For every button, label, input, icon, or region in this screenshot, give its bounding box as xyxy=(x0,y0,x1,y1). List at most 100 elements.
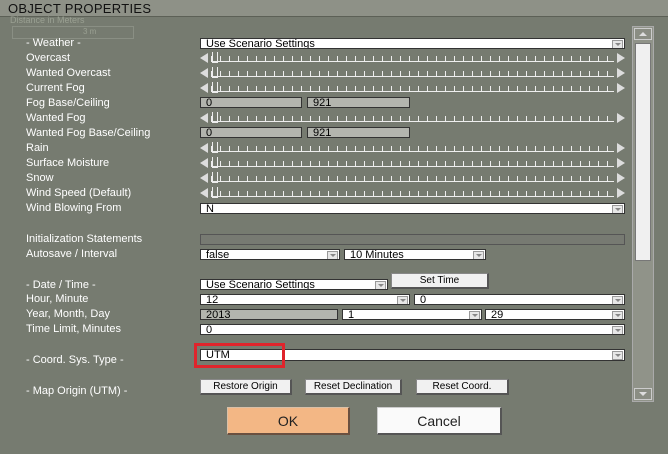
fog-base-field[interactable]: 0 xyxy=(200,97,302,108)
weather-section-label: - Weather - xyxy=(26,37,81,49)
slider-thumb[interactable] xyxy=(212,142,218,153)
overcast-slider[interactable] xyxy=(200,52,625,64)
dialog-title: OBJECT PROPERTIES xyxy=(8,1,152,16)
chevron-down-icon xyxy=(612,351,623,360)
hour-minute-label: Hour, Minute xyxy=(26,293,89,305)
wanted-overcast-label: Wanted Overcast xyxy=(26,67,111,79)
time-limit-select[interactable]: 0 xyxy=(200,324,625,335)
vertical-scrollbar[interactable] xyxy=(632,26,654,402)
year-field[interactable]: 2013 xyxy=(200,309,338,320)
chevron-down-icon xyxy=(473,251,484,259)
minute-value: 0 xyxy=(420,294,427,305)
slider-track xyxy=(211,173,614,182)
datetime-mode-select[interactable]: Use Scenario Settings xyxy=(200,279,388,290)
snow-label: Snow xyxy=(26,172,54,184)
arrow-right-icon[interactable] xyxy=(617,113,625,123)
scroll-down-icon[interactable] xyxy=(634,388,652,400)
slider-thumb[interactable] xyxy=(212,67,218,78)
arrow-left-icon[interactable] xyxy=(200,83,208,93)
ok-button[interactable]: OK xyxy=(227,407,350,435)
slider-track xyxy=(211,68,614,77)
arrow-left-icon[interactable] xyxy=(200,143,208,153)
coord-sys-type-label: - Coord. Sys. Type - xyxy=(26,354,124,366)
slider-track xyxy=(211,53,614,62)
wind-speed-slider[interactable] xyxy=(200,187,625,199)
wanted-overcast-slider[interactable] xyxy=(200,67,625,79)
current-fog-label: Current Fog xyxy=(26,82,85,94)
autosave-value: false xyxy=(206,249,230,260)
chevron-down-icon xyxy=(612,296,623,304)
arrow-right-icon[interactable] xyxy=(617,83,625,93)
wind-from-select[interactable]: N xyxy=(200,203,625,214)
rain-label: Rain xyxy=(26,142,49,154)
year-month-day-label: Year, Month, Day xyxy=(26,308,110,320)
day-select[interactable]: 29 xyxy=(485,309,625,320)
slider-thumb[interactable] xyxy=(212,82,218,93)
arrow-left-icon[interactable] xyxy=(200,188,208,198)
init-statements-label: Initialization Statements xyxy=(26,233,143,245)
arrow-right-icon[interactable] xyxy=(617,158,625,168)
weather-mode-select[interactable]: Use Scenario Settings xyxy=(200,38,625,49)
chevron-down-icon xyxy=(375,281,386,289)
arrow-left-icon[interactable] xyxy=(200,113,208,123)
scroll-up-icon[interactable] xyxy=(634,28,652,40)
arrow-left-icon[interactable] xyxy=(200,173,208,183)
slider-track xyxy=(211,158,614,167)
hour-value: 12 xyxy=(206,294,219,305)
chevron-down-icon xyxy=(469,311,480,319)
wind-from-label: Wind Blowing From xyxy=(26,202,122,214)
wanted-fog-base-field[interactable]: 0 xyxy=(200,127,302,138)
chevron-down-icon xyxy=(612,326,623,334)
set-time-button[interactable]: Set Time xyxy=(391,273,489,289)
chevron-down-icon xyxy=(612,205,623,213)
month-value: 1 xyxy=(348,309,355,320)
arrow-right-icon[interactable] xyxy=(617,143,625,153)
init-statements-field[interactable] xyxy=(200,234,625,245)
arrow-left-icon[interactable] xyxy=(200,68,208,78)
datetime-mode-value: Use Scenario Settings xyxy=(206,279,315,290)
slider-thumb[interactable] xyxy=(212,52,218,63)
autosave-select[interactable]: false xyxy=(200,249,340,260)
arrow-right-icon[interactable] xyxy=(617,53,625,63)
chevron-down-icon xyxy=(397,296,408,304)
interval-select[interactable]: 10 Minutes xyxy=(344,249,486,260)
current-fog-slider[interactable] xyxy=(200,82,625,94)
wind-from-value: N xyxy=(206,203,214,214)
hour-select[interactable]: 12 xyxy=(200,294,410,305)
arrow-right-icon[interactable] xyxy=(617,173,625,183)
highlight-box xyxy=(194,343,285,368)
month-select[interactable]: 1 xyxy=(342,309,482,320)
cancel-button[interactable]: Cancel xyxy=(377,407,502,435)
reset-declination-button[interactable]: Reset Declination xyxy=(305,379,402,395)
scroll-thumb[interactable] xyxy=(635,43,651,261)
slider-track xyxy=(211,83,614,92)
arrow-left-icon[interactable] xyxy=(200,158,208,168)
wanted-fog-ceiling-field[interactable]: 921 xyxy=(307,127,410,138)
surface-moisture-slider[interactable] xyxy=(200,157,625,169)
snow-slider[interactable] xyxy=(200,172,625,184)
wanted-fog-slider[interactable] xyxy=(200,112,625,124)
arrow-right-icon[interactable] xyxy=(617,188,625,198)
chevron-down-icon xyxy=(327,251,338,259)
wanted-fog-base-ceiling-label: Wanted Fog Base/Ceiling xyxy=(26,127,151,139)
fog-ceiling-field[interactable]: 921 xyxy=(307,97,410,108)
slider-track xyxy=(211,143,614,152)
rain-slider[interactable] xyxy=(200,142,625,154)
day-value: 29 xyxy=(491,309,504,320)
reset-coord-button[interactable]: Reset Coord. xyxy=(416,379,509,395)
arrow-right-icon[interactable] xyxy=(617,68,625,78)
slider-thumb[interactable] xyxy=(212,157,218,168)
slider-thumb[interactable] xyxy=(212,112,218,123)
time-limit-value: 0 xyxy=(206,324,213,335)
slider-thumb[interactable] xyxy=(212,187,218,198)
arrow-left-icon[interactable] xyxy=(200,53,208,63)
restore-origin-button[interactable]: Restore Origin xyxy=(200,379,292,395)
wanted-fog-label: Wanted Fog xyxy=(26,112,86,124)
wind-speed-label: Wind Speed (Default) xyxy=(26,187,132,199)
time-limit-label: Time Limit, Minutes xyxy=(26,323,121,335)
slider-track xyxy=(211,113,614,122)
minute-select[interactable]: 0 xyxy=(414,294,625,305)
faded-header-value: 3 m xyxy=(83,27,97,36)
slider-thumb[interactable] xyxy=(212,172,218,183)
datetime-section-label: - Date / Time - xyxy=(26,279,96,291)
